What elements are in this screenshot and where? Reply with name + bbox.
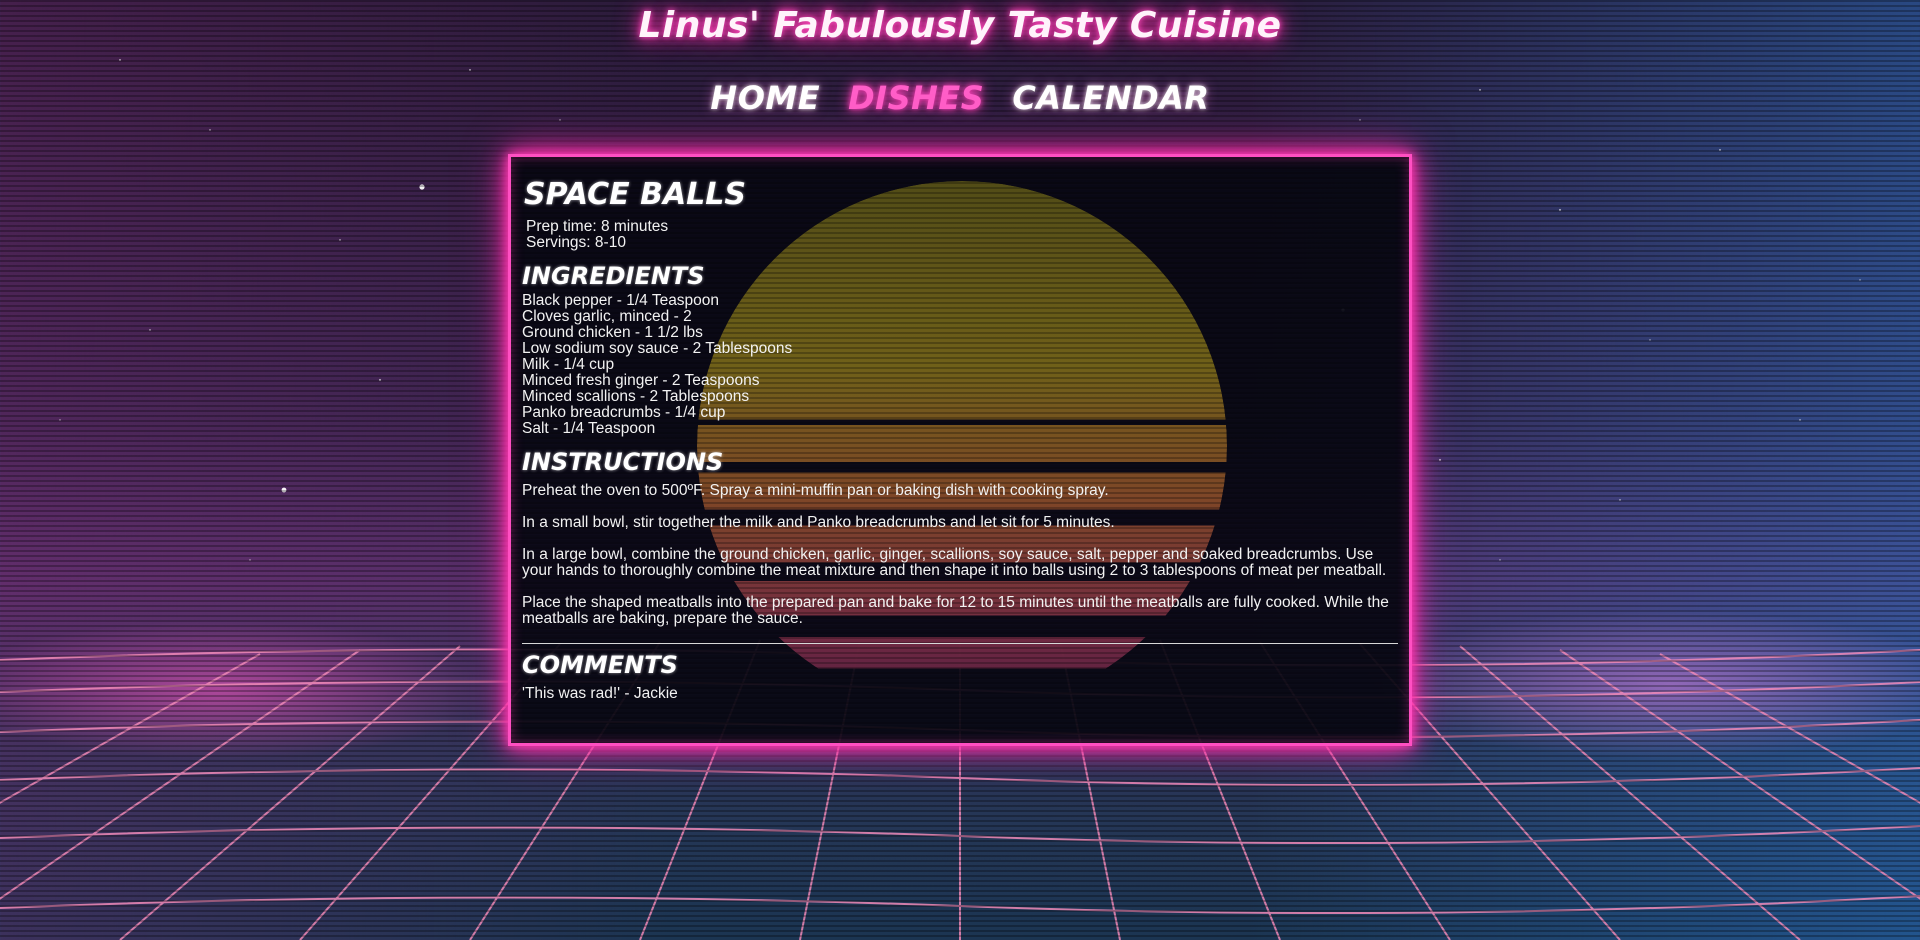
nav-home-link[interactable]: Home (710, 79, 820, 117)
ingredient-item: Milk - 1/4 cup (522, 356, 615, 373)
nav-calendar-link[interactable]: Calendar (1012, 79, 1209, 117)
instruction-step: Place the shaped meatballs into the prep… (522, 594, 1389, 627)
ingredients-list: Black pepper - 1/4 Teaspoon Cloves garli… (522, 293, 1398, 437)
recipe-card: Space Balls Prep time: 8 minutes Serving… (508, 154, 1412, 746)
instruction-step: In a small bowl, stir together the milk … (522, 514, 1115, 531)
servings: Servings: 8-10 (526, 234, 626, 251)
ingredient-item: Salt - 1/4 Teaspoon (522, 420, 656, 437)
site-title: Linus' Fabulously Tasty Cuisine (638, 5, 1282, 46)
nav-dishes-link[interactable]: Dishes (848, 79, 984, 117)
prep-time: Prep time: 8 minutes (526, 218, 669, 235)
ingredients-heading: Ingredients (522, 262, 705, 290)
ingredient-item: Black pepper - 1/4 Teaspoon (522, 292, 720, 309)
ingredient-item: Cloves garlic, minced - 2 (522, 308, 692, 325)
main-nav: Home Dishes Calendar (0, 72, 1920, 124)
pink-haze-left (0, 620, 500, 760)
comment-item: 'This was rad!' - Jackie (522, 685, 678, 702)
comments-divider (522, 643, 1398, 644)
instruction-step: Preheat the oven to 500ºF. Spray a mini-… (522, 482, 1109, 499)
instructions-heading: Instructions (522, 448, 724, 476)
comments-heading: Comments (522, 651, 678, 679)
ingredient-item: Panko breadcrumbs - 1/4 cup (522, 404, 726, 421)
ingredient-item: Low sodium soy sauce - 2 Tablespoons (522, 340, 793, 357)
ingredient-item: Ground chicken - 1 1/2 lbs (522, 324, 703, 341)
recipe-title: Space Balls (524, 177, 747, 212)
ingredient-item: Minced scallions - 2 Tablespoons (522, 388, 750, 405)
recipe-meta: Prep time: 8 minutes Servings: 8-10 (526, 219, 1398, 251)
recipe-content: Space Balls Prep time: 8 minutes Serving… (522, 177, 1398, 702)
pink-haze-right (1360, 610, 1920, 760)
instructions-list: Preheat the oven to 500ºF. Spray a mini-… (522, 483, 1398, 627)
instruction-step: In a large bowl, combine the ground chic… (522, 546, 1387, 579)
ingredient-item: Minced fresh ginger - 2 Teaspoons (522, 372, 760, 389)
